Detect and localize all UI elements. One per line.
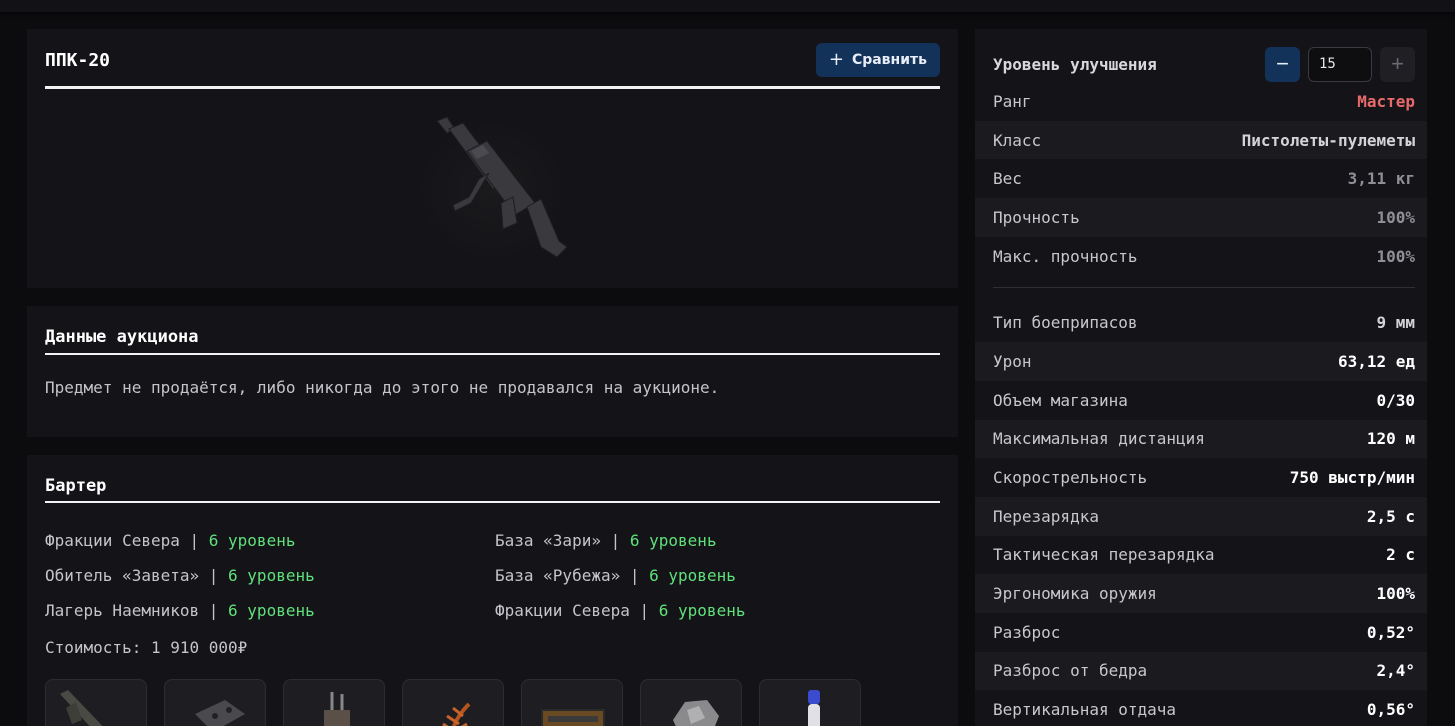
stat-value: 63,12 ед — [1337, 351, 1415, 371]
stat-value: 2,5 с — [1366, 506, 1415, 526]
stat-value: 0,52° — [1366, 622, 1415, 642]
stat-value: 0,56° — [1366, 700, 1415, 720]
stat-label: Объем магазина — [993, 390, 1128, 410]
stat-value: 750 выстр/мин — [1289, 468, 1415, 488]
upgrade-level-input[interactable] — [1308, 46, 1372, 82]
stat-label: Вес — [993, 169, 1022, 189]
stat-row: Перезарядка 2,5 с — [975, 496, 1427, 536]
stat-value: 9 мм — [1376, 313, 1415, 333]
item-title: ППК-20 — [45, 49, 111, 71]
plate-icon[interactable] — [164, 679, 266, 726]
stats-panel: Уровень улучшения − + Ранг Мастер Класс Пис… — [975, 29, 1427, 726]
rifle-icon[interactable] — [45, 679, 147, 726]
spark-plugs-icon[interactable] — [283, 679, 385, 726]
stat-row: Объем магазина 0/30 — [975, 381, 1427, 420]
auction-title: Данные аукциона — [45, 327, 199, 347]
stat-row: Разброс 0,52° — [975, 613, 1427, 652]
compare-button-label: Сравнить — [851, 52, 927, 68]
stat-row: Макс. прочность 100% — [975, 237, 1427, 276]
stat-label: Перезарядка — [993, 506, 1099, 526]
stat-label: Урон — [993, 351, 1032, 371]
fern-icon[interactable] — [402, 679, 504, 726]
stat-row: Разброс от бедра 2,4° — [975, 651, 1427, 691]
stat-value: 100% — [1376, 584, 1415, 604]
stat-row: Максимальная дистанция 120 м — [975, 419, 1427, 459]
stat-row: Класс Пистолеты-пулеметы — [975, 120, 1427, 160]
stat-label: Тактическая перезарядка — [993, 545, 1215, 565]
stat-row: Эргономика оружия 100% — [975, 574, 1427, 613]
barter-item: База «Рубежа» | 6 уровень — [495, 566, 736, 585]
barter-title: Бартер — [45, 476, 107, 496]
barter-row: Обитель «Завета» | 6 уровень База «Рубеж… — [45, 558, 945, 593]
plus-icon: + — [1391, 51, 1404, 76]
barter-ingredients — [45, 679, 861, 726]
auction-status-text: Предмет не продаётся, либо никогда до эт… — [45, 378, 720, 397]
stat-label: Прочность — [993, 207, 1080, 227]
barter-underline — [45, 501, 940, 503]
stat-value: Мастер — [1357, 91, 1415, 111]
stat-label: Максимальная дистанция — [993, 429, 1205, 449]
barter-item: Фракции Севера | 6 уровень — [495, 601, 746, 620]
upgrade-level-row: Уровень улучшения − + — [993, 45, 1415, 83]
compare-button[interactable]: + Сравнить — [815, 43, 940, 77]
stat-value: 3,11 кг — [1347, 169, 1415, 189]
ore-icon[interactable] — [640, 679, 742, 726]
auction-panel: Данные аукциона Предмет не продаётся, ли… — [27, 306, 958, 437]
stat-label: Тип боеприпасов — [993, 313, 1138, 333]
barter-row: Фракции Севера | 6 уровень База «Зари» |… — [45, 523, 945, 558]
barter-list: Фракции Севера | 6 уровень База «Зари» |… — [45, 523, 945, 628]
stat-row: Тактическая перезарядка 2 с — [975, 536, 1427, 575]
increment-button[interactable]: + — [1380, 46, 1415, 82]
barter-row: Лагерь Наемников | 6 уровень Фракции Сев… — [45, 593, 945, 628]
stat-value: 0/30 — [1376, 390, 1415, 410]
barter-item: Фракции Севера | 6 уровень — [45, 531, 296, 550]
stat-value: 120 м — [1366, 429, 1415, 449]
stat-row: Ранг Мастер — [975, 82, 1427, 121]
stat-row: Скорострельность 750 выстр/мин — [975, 458, 1427, 497]
stat-label: Скорострельность — [993, 468, 1148, 488]
stats-divider — [975, 275, 1427, 303]
stat-label: Макс. прочность — [993, 246, 1138, 266]
barter-item: Обитель «Завета» | 6 уровень — [45, 566, 315, 585]
stat-label: Разброс — [993, 622, 1061, 642]
barter-panel: Бартер Фракции Севера | 6 уровень База «… — [27, 455, 958, 726]
barter-cost: Стоимость: 1 910 000₽ — [45, 638, 248, 657]
stat-label: Эргономика оружия — [993, 584, 1157, 604]
stat-value: Пистолеты-пулеметы — [1241, 130, 1415, 150]
stat-value: 100% — [1376, 207, 1415, 227]
item-panel: ППК-20 + Сравнить — [27, 29, 958, 288]
stat-row: Тип боеприпасов 9 мм — [975, 303, 1427, 342]
auction-underline — [45, 353, 940, 355]
minus-icon: − — [1276, 51, 1289, 76]
smg-icon — [407, 111, 577, 271]
barter-item: Лагерь Наемников | 6 уровень — [45, 601, 315, 620]
barter-item: База «Зари» | 6 уровень — [495, 531, 717, 550]
title-underline — [45, 86, 940, 89]
vial-icon[interactable] — [759, 679, 861, 726]
plus-icon: + — [828, 49, 844, 70]
stat-label: Разброс от бедра — [993, 661, 1148, 681]
top-bar — [0, 0, 1455, 12]
stat-row: Урон 63,12 ед — [975, 342, 1427, 381]
stat-value: 2 с — [1386, 545, 1415, 565]
stat-row: Вес 3,11 кг — [975, 159, 1427, 198]
stat-value: 2,4° — [1376, 661, 1415, 681]
stat-list: Ранг Мастер Класс Пистолеты-пулеметы Вес 3,11… — [975, 82, 1427, 726]
stat-row: Вертикальная отдача 0,56° — [975, 690, 1427, 726]
decrement-button[interactable]: − — [1265, 46, 1300, 82]
stat-label: Класс — [993, 130, 1042, 150]
stat-row: Прочность 100% — [975, 198, 1427, 237]
stat-value: 100% — [1376, 246, 1415, 266]
upgrade-level-label: Уровень улучшения — [993, 54, 1157, 74]
case-icon[interactable] — [521, 679, 623, 726]
stat-label: Ранг — [993, 91, 1032, 111]
stat-label: Вертикальная отдача — [993, 700, 1177, 720]
